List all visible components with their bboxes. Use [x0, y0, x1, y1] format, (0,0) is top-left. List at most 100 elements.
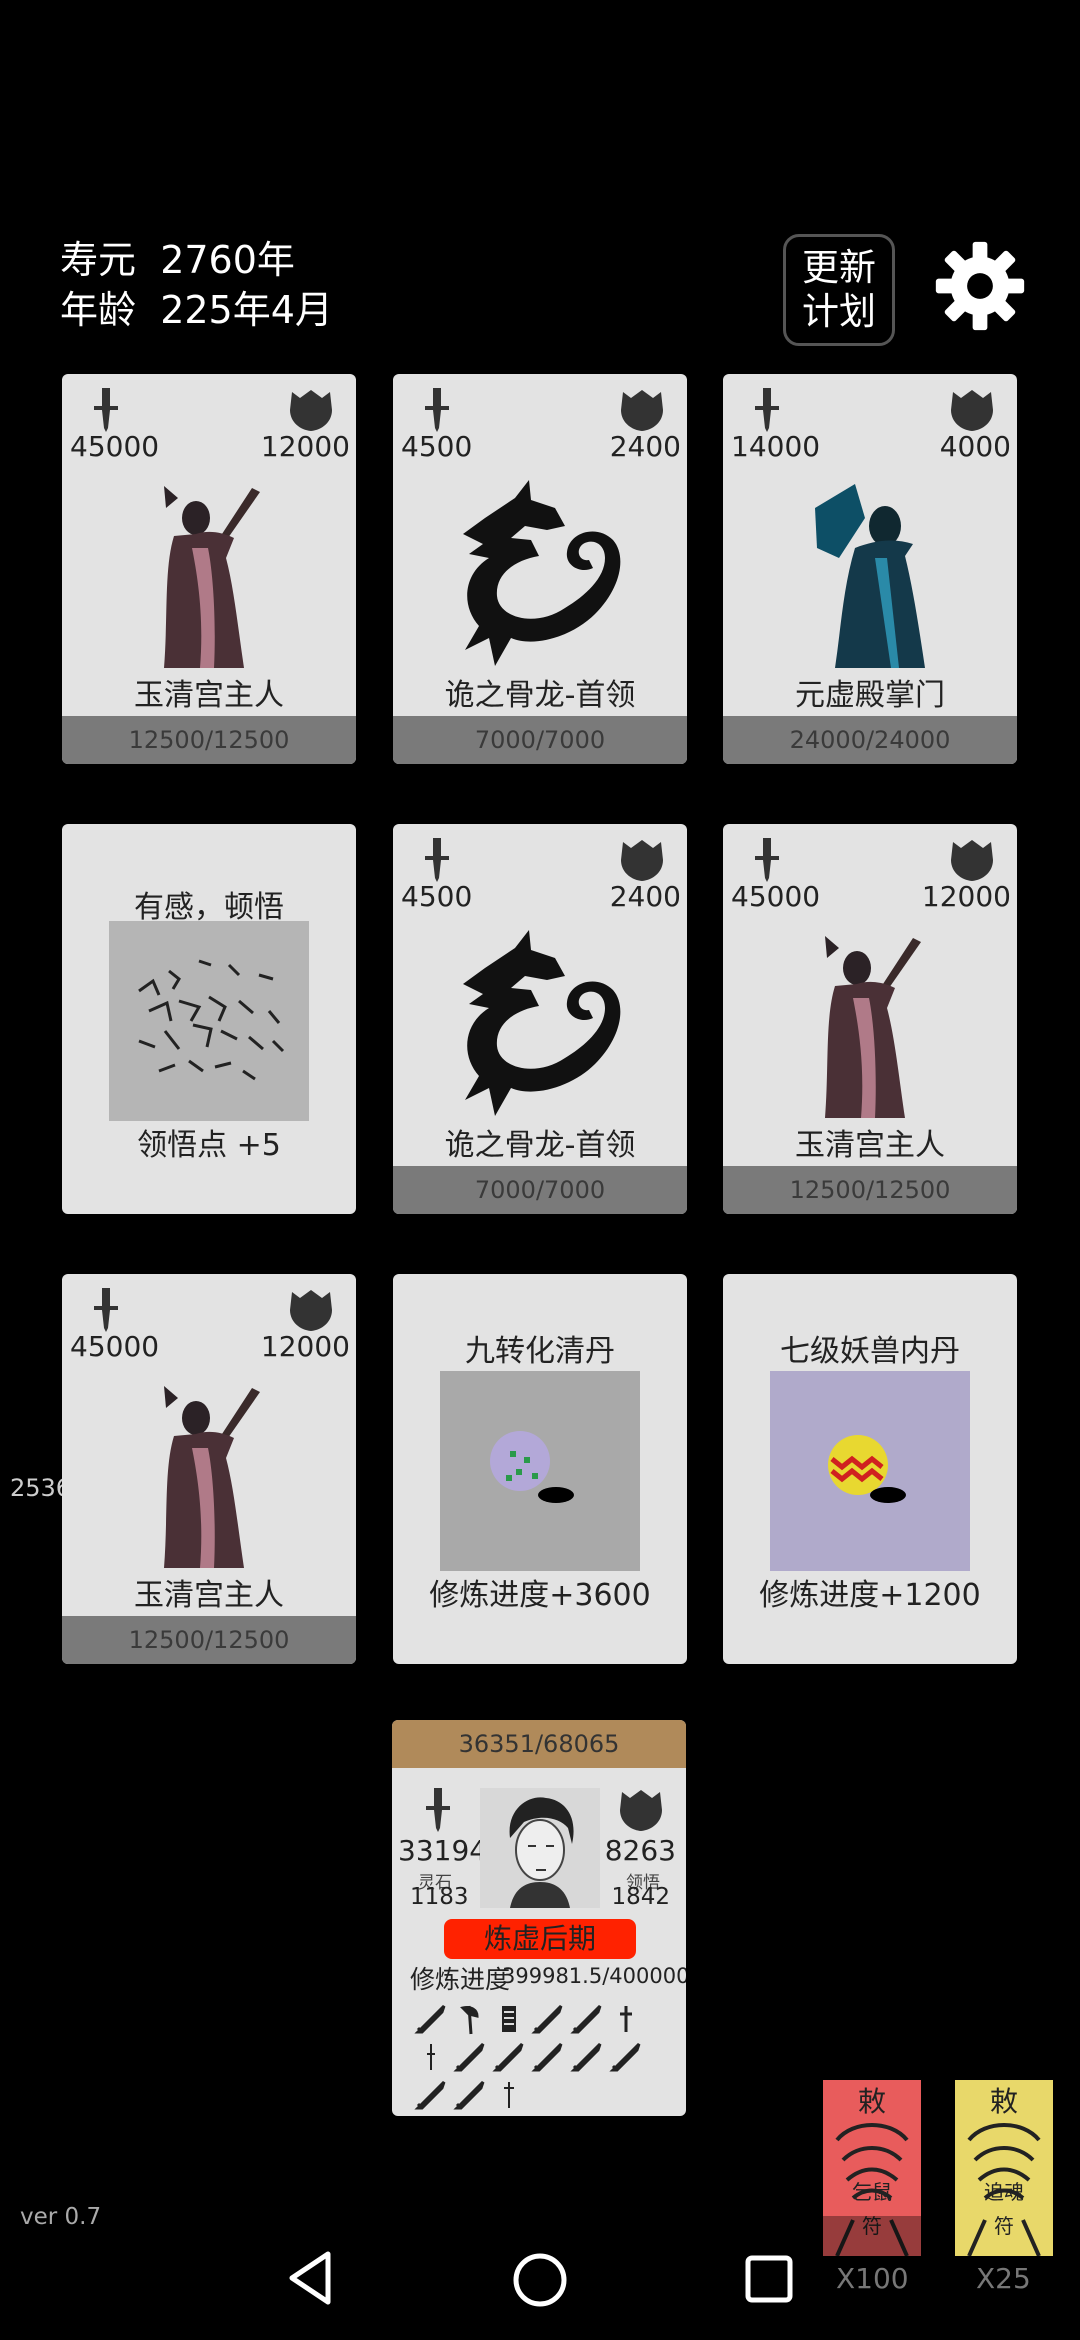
event-reward: 领悟点 +5: [137, 1128, 281, 1163]
enemy-defense: 4000: [939, 430, 1011, 463]
sword-icon[interactable]: [609, 2040, 643, 2074]
experience-bar: 36351/68065: [392, 1720, 686, 1768]
update-plan-button[interactable]: 更新 计划: [783, 234, 895, 346]
sword-icon[interactable]: [453, 2078, 487, 2112]
sword-icon[interactable]: [570, 2040, 604, 2074]
enemy-defense: 2400: [609, 430, 681, 463]
home-icon[interactable]: [512, 2252, 568, 2308]
enemy-card[interactable]: 4500 2400 诡之骨龙-首领 7000/7000: [393, 824, 687, 1214]
defense-shield-icon: [949, 386, 995, 432]
sword-icon[interactable]: [570, 2002, 604, 2036]
defense-shield-icon: [619, 836, 665, 882]
sword-icon[interactable]: [414, 2002, 448, 2036]
defense-shield-icon: [618, 1786, 664, 1832]
recents-icon[interactable]: [744, 2254, 794, 2304]
attack-sword-icon: [88, 388, 124, 432]
enemy-hp-bar: 24000/24000: [723, 716, 1017, 764]
enemy-hp-bar: 12500/12500: [62, 716, 356, 764]
update-label-1: 更新: [802, 246, 876, 289]
age-label: 年龄: [60, 288, 137, 332]
age-row: 年龄 225年4月: [60, 284, 333, 336]
axe-icon[interactable]: [453, 2002, 487, 2036]
scroll-icon[interactable]: [492, 2002, 526, 2036]
attack-sword-icon: [88, 1288, 124, 1332]
sword-icon[interactable]: [453, 2040, 487, 2074]
sword-icon[interactable]: [492, 2040, 526, 2074]
sword-icon[interactable]: [414, 2078, 448, 2112]
version-label: ver 0.7: [20, 2204, 102, 2230]
enemy-card[interactable]: 45000 12000 玉清宫主人 12500/12500: [723, 824, 1017, 1214]
attack-sword-icon: [419, 838, 455, 882]
age-value: 225年4月: [160, 288, 333, 332]
enemy-name: 玉清宫主人: [134, 678, 284, 713]
item-title: 九转化清丹: [465, 1334, 615, 1369]
item-title: 七级妖兽内丹: [780, 1334, 960, 1369]
sword-icon[interactable]: [531, 2002, 565, 2036]
equipment-list: [414, 2002, 664, 2116]
enemy-defense: 12000: [260, 1330, 350, 1363]
defense-shield-icon: [288, 1286, 334, 1332]
talisman-bottom-glyph: 符: [994, 2214, 1014, 2238]
enemy-attack: 45000: [731, 880, 821, 913]
enemy-name: 元虚殿掌门: [795, 678, 945, 713]
sword-icon[interactable]: [531, 2040, 565, 2074]
lifespan-label: 寿元: [60, 238, 137, 282]
enemy-defense: 12000: [921, 880, 1011, 913]
attack-sword-icon: [419, 388, 455, 432]
enemy-defense: 2400: [609, 880, 681, 913]
dagger-icon[interactable]: [609, 2002, 643, 2036]
enemy-card[interactable]: 14000 4000 元虚殿掌门 24000/24000: [723, 374, 1017, 764]
defense-shield-icon: [288, 386, 334, 432]
talisman-name: 乞鼠: [852, 2180, 892, 2204]
enlightenment-calligraphy-image: [109, 921, 309, 1121]
attack-sword-icon: [749, 388, 785, 432]
item-card[interactable]: 九转化清丹 修炼进度+3600: [393, 1274, 687, 1664]
update-label-2: 计划: [802, 290, 876, 333]
gear-icon[interactable]: [934, 240, 1026, 332]
event-title: 有感，顿悟: [134, 890, 284, 925]
talisman-card[interactable]: 敕 追魂 符: [955, 2080, 1053, 2256]
realm-badge: 炼虚后期: [444, 1919, 636, 1959]
sect-leader-portrait: [795, 478, 945, 668]
enemy-card[interactable]: 4500 2400 诡之骨龙-首领 7000/7000: [393, 374, 687, 764]
enemy-attack: 4500: [401, 880, 473, 913]
dagger-icon[interactable]: [414, 2040, 448, 2074]
item-effect: 修炼进度+3600: [429, 1578, 651, 1613]
enemy-name: 玉清宫主人: [134, 1578, 284, 1613]
enemy-defense: 12000: [260, 430, 350, 463]
enemy-card[interactable]: 45000 12000 玉清宫主人 12500/12500: [62, 374, 356, 764]
cultivator-master-portrait: [795, 928, 945, 1118]
spirit-stone-value: 1183: [410, 1884, 469, 1910]
talisman-card[interactable]: 敕 乞鼠 符: [823, 2080, 921, 2256]
bone-dragon-portrait: [455, 928, 625, 1118]
defense-shield-icon: [619, 386, 665, 432]
dagger-icon[interactable]: [492, 2078, 526, 2112]
defense-shield-icon: [949, 836, 995, 882]
item-card[interactable]: 七级妖兽内丹 修炼进度+1200: [723, 1274, 1017, 1664]
player-defense: 8263: [604, 1834, 676, 1867]
cultivator-master-portrait: [134, 478, 284, 668]
cultivation-progress-value: 399981.5/400000: [502, 1964, 686, 1988]
green-pill-image: [440, 1371, 640, 1571]
enemy-hp-bar: 12500/12500: [723, 1166, 1017, 1214]
bone-dragon-portrait: [455, 478, 625, 668]
talisman-count: X25: [976, 2262, 1031, 2295]
enemy-attack: 14000: [731, 430, 821, 463]
talisman-count: X100: [836, 2262, 909, 2295]
enemy-name: 玉清宫主人: [795, 1128, 945, 1163]
player-avatar: [480, 1788, 600, 1908]
player-card[interactable]: 36351/68065 33194 8263 灵石 1183 领悟 1842 炼…: [392, 1720, 686, 2116]
attack-sword-icon: [749, 838, 785, 882]
enemy-card[interactable]: 45000 12000 玉清宫主人 12500/12500: [62, 1274, 356, 1664]
enemy-name: 诡之骨龙-首领: [444, 678, 636, 713]
cultivation-progress-label: 修炼进度: [410, 1965, 511, 1994]
back-icon[interactable]: [286, 2250, 334, 2306]
enemy-attack: 4500: [401, 430, 473, 463]
event-card[interactable]: 有感，顿悟 领悟点 +5: [62, 824, 356, 1214]
attack-sword-icon: [420, 1788, 456, 1832]
cultivator-master-portrait: [134, 1378, 284, 1568]
enemy-hp-bar: 12500/12500: [62, 1616, 356, 1664]
enemy-attack: 45000: [70, 430, 160, 463]
lifespan-value: 2760年: [160, 238, 295, 282]
enemy-attack: 45000: [70, 1330, 160, 1363]
